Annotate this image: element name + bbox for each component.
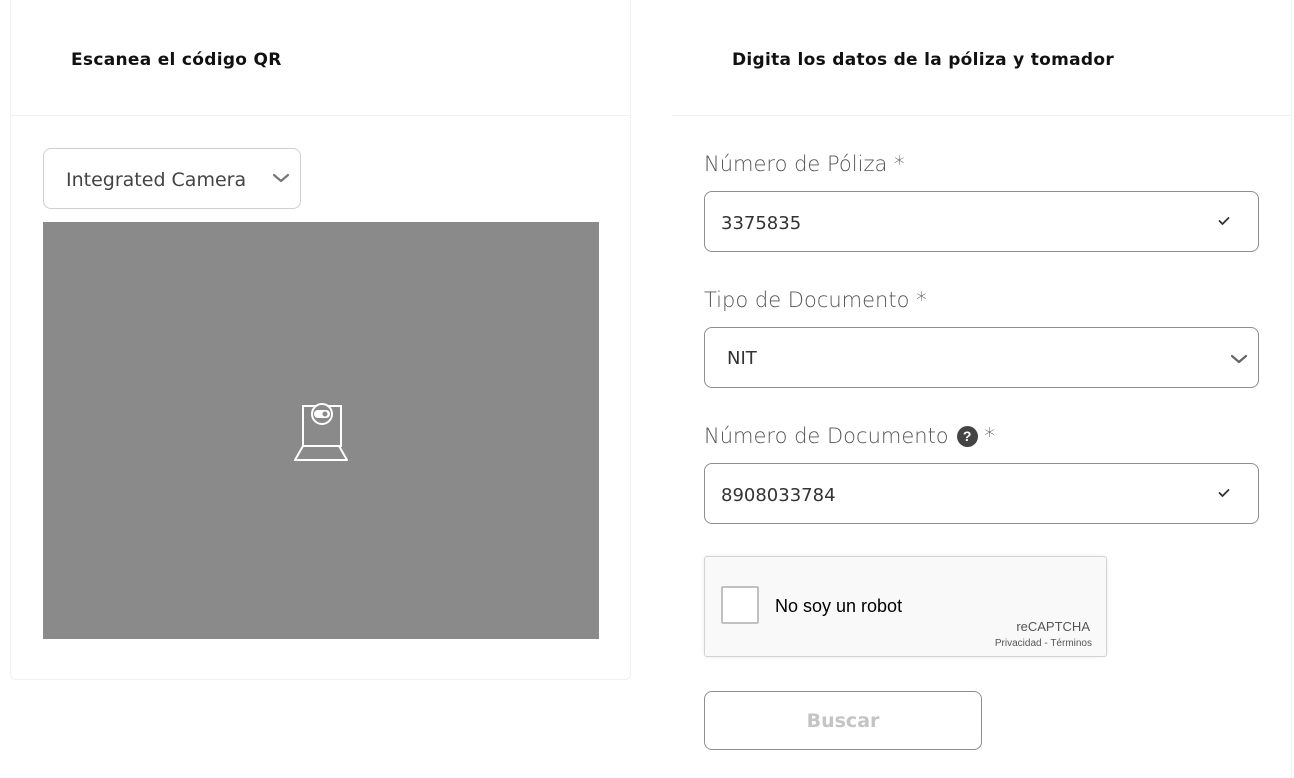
check-icon	[1218, 489, 1230, 497]
recaptcha-privacy-link[interactable]: Privacidad	[995, 638, 1042, 649]
policy-form-card: Digita los datos de la póliza y tomador …	[672, 0, 1292, 778]
recaptcha-brand: reCAPTCHA	[1016, 619, 1090, 634]
policy-number-input[interactable]	[721, 210, 1181, 236]
qr-scan-card: Escanea el código QR Integrated Camera	[10, 0, 631, 680]
camera-preview	[43, 222, 599, 639]
recaptcha-links: Privacidad - Términos	[995, 638, 1092, 649]
search-button[interactable]: Buscar	[704, 691, 982, 750]
form-card-title: Digita los datos de la póliza y tomador	[732, 50, 1115, 70]
check-icon	[1218, 217, 1230, 225]
document-number-field[interactable]	[704, 463, 1259, 524]
form-card-header: Digita los datos de la póliza y tomador	[672, 0, 1291, 116]
chevron-down-icon	[1230, 354, 1248, 364]
document-number-label: Número de Documento	[704, 424, 949, 448]
document-number-label-row: Número de Documento? *	[704, 424, 995, 448]
document-number-input[interactable]	[721, 482, 1181, 508]
required-mark: *	[984, 424, 995, 448]
recaptcha-checkbox[interactable]	[721, 586, 759, 624]
document-type-value: NIT	[727, 348, 757, 369]
recaptcha-widget: No soy un robot reCAPTCHA Privacidad - T…	[704, 556, 1107, 657]
chevron-down-icon	[272, 173, 290, 183]
policy-number-field[interactable]	[704, 191, 1259, 252]
policy-number-label: Número de Póliza *	[704, 152, 905, 176]
recaptcha-label: No soy un robot	[775, 596, 903, 616]
camera-select-value: Integrated Camera	[66, 169, 247, 191]
webcam-icon	[294, 403, 348, 461]
camera-select[interactable]: Integrated Camera	[43, 148, 301, 209]
help-icon[interactable]: ?	[956, 426, 978, 447]
document-type-label: Tipo de Documento *	[704, 288, 927, 312]
qr-card-header: Escanea el código QR	[11, 0, 630, 116]
recaptcha-terms-link[interactable]: Términos	[1050, 638, 1092, 649]
recaptcha-link-separator: -	[1044, 638, 1048, 649]
qr-card-title: Escanea el código QR	[71, 50, 282, 70]
document-type-select[interactable]: NIT	[704, 327, 1259, 388]
